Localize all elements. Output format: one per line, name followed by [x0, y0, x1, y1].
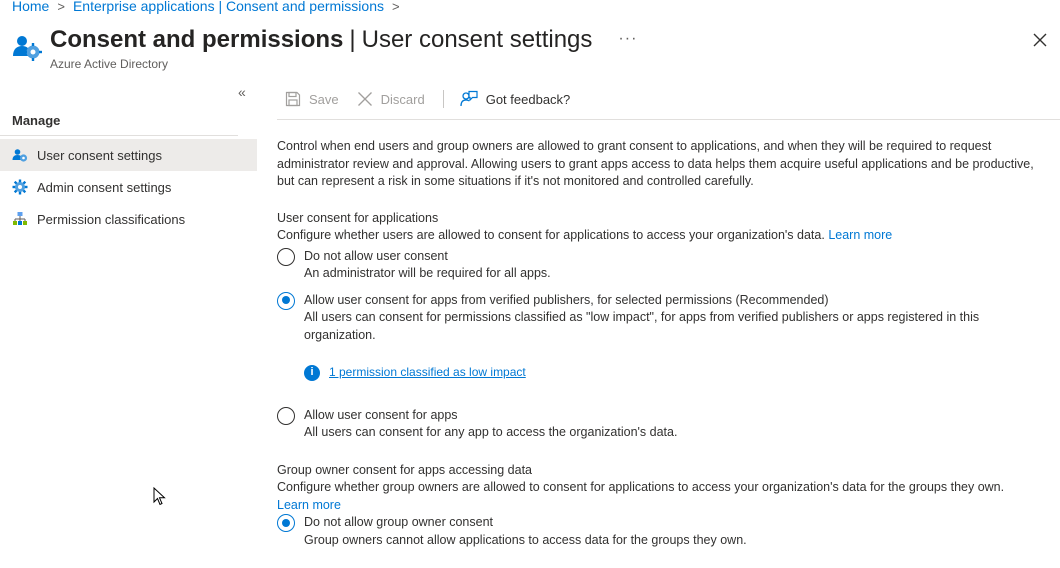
page-subtitle: Azure Active Directory: [50, 57, 169, 71]
users-gear-icon: [12, 147, 28, 163]
page-title: Consent and permissions | User consent s…: [50, 26, 637, 54]
breadcrumb: Home > Enterprise applications | Consent…: [12, 0, 408, 14]
command-bar: Save Discard Got feedback?: [285, 88, 588, 110]
radio-do-not-allow-user-consent[interactable]: Do not allow user consent An administrat…: [277, 247, 1047, 283]
feedback-icon: [460, 90, 478, 107]
users-gear-icon: [12, 32, 42, 62]
radio-description: An administrator will be required for al…: [304, 266, 551, 280]
low-impact-info: i 1 permission classified as low impact: [304, 364, 1047, 382]
discard-label: Discard: [380, 91, 425, 107]
sidebar-section-manage: Manage: [0, 108, 238, 136]
radio-button-selected[interactable]: [277, 514, 295, 532]
learn-more-link[interactable]: Learn more: [277, 497, 341, 515]
feedback-label: Got feedback?: [485, 91, 571, 107]
page-title-sub: User consent settings: [361, 26, 593, 53]
discard-button[interactable]: Discard: [357, 91, 425, 107]
radio-description: Group owners cannot allow applications t…: [304, 532, 747, 547]
breadcrumb-separator: >: [57, 0, 65, 14]
group-consent-description: Configure whether group owners are allow…: [277, 480, 1005, 494]
radio-label: Allow user consent for apps from verifie…: [304, 292, 829, 307]
page-header: Consent and permissions | User consent s…: [12, 26, 637, 71]
breadcrumb-enterprise-apps-link[interactable]: Enterprise applications | Consent and pe…: [73, 0, 384, 14]
toolbar-divider: [442, 90, 444, 108]
feedback-button[interactable]: Got feedback?: [460, 90, 571, 108]
mouse-pointer-icon: [153, 486, 167, 510]
sidebar: Manage User consent settings Admin conse…: [0, 108, 257, 235]
more-options-button[interactable]: ···: [618, 30, 637, 48]
group-consent-title: Group owner consent for apps accessing d…: [277, 462, 533, 477]
radio-allow-verified-publishers[interactable]: Allow user consent for apps from verifie…: [277, 291, 1047, 345]
sidebar-item-label: Admin consent settings: [37, 179, 172, 195]
radio-description: All users can consent for permissions cl…: [304, 310, 980, 342]
save-icon: [285, 91, 301, 107]
radio-button[interactable]: [277, 247, 295, 266]
info-icon: i: [304, 364, 320, 381]
collapse-sidebar-button[interactable]: «: [238, 84, 246, 100]
breadcrumb-home-link[interactable]: Home: [12, 0, 49, 14]
sidebar-item-permission-classifications[interactable]: Permission classifications: [0, 203, 257, 235]
user-consent-section: User consent for applications Configure …: [277, 210, 1047, 442]
group-consent-section: Group owner consent for apps accessing d…: [277, 462, 1047, 550]
intro-text: Control when end users and group owners …: [277, 139, 1034, 188]
breadcrumb-separator: >: [391, 0, 400, 14]
sidebar-item-admin-consent-settings[interactable]: Admin consent settings: [0, 171, 257, 203]
save-button[interactable]: Save: [285, 91, 339, 107]
sidebar-item-label: Permission classifications: [37, 211, 186, 227]
user-consent-description: Configure whether users are allowed to c…: [277, 228, 893, 242]
gear-icon: [12, 179, 28, 195]
sidebar-item-user-consent-settings[interactable]: User consent settings: [0, 139, 257, 171]
title-separator: |: [349, 26, 356, 53]
radio-allow-user-consent-all-apps[interactable]: Allow user consent for apps All users ca…: [277, 406, 1047, 442]
radio-button[interactable]: [277, 406, 295, 425]
close-icon: [1033, 33, 1047, 47]
save-label: Save: [309, 91, 339, 107]
toolbar-separator: [277, 119, 1060, 120]
page-title-main: Consent and permissions: [50, 26, 344, 53]
discard-icon: [357, 92, 372, 106]
radio-do-not-allow-group-owner-consent[interactable]: Do not allow group owner consent Group o…: [277, 514, 1047, 549]
radio-label: Do not allow user consent: [304, 248, 448, 263]
user-consent-title: User consent for applications: [277, 210, 439, 225]
hierarchy-icon: [12, 211, 28, 227]
sidebar-item-label: User consent settings: [37, 147, 163, 163]
radio-label: Allow user consent for apps: [304, 407, 458, 422]
low-impact-permission-link[interactable]: 1 permission classified as low impact: [329, 364, 526, 382]
radio-button-selected[interactable]: [277, 291, 295, 310]
radio-label: Do not allow group owner consent: [304, 515, 494, 529]
learn-more-link[interactable]: Learn more: [828, 228, 892, 242]
main-content: Control when end users and group owners …: [277, 138, 1047, 549]
close-button[interactable]: [1030, 30, 1050, 50]
radio-description: All users can consent for any app to acc…: [304, 425, 678, 439]
